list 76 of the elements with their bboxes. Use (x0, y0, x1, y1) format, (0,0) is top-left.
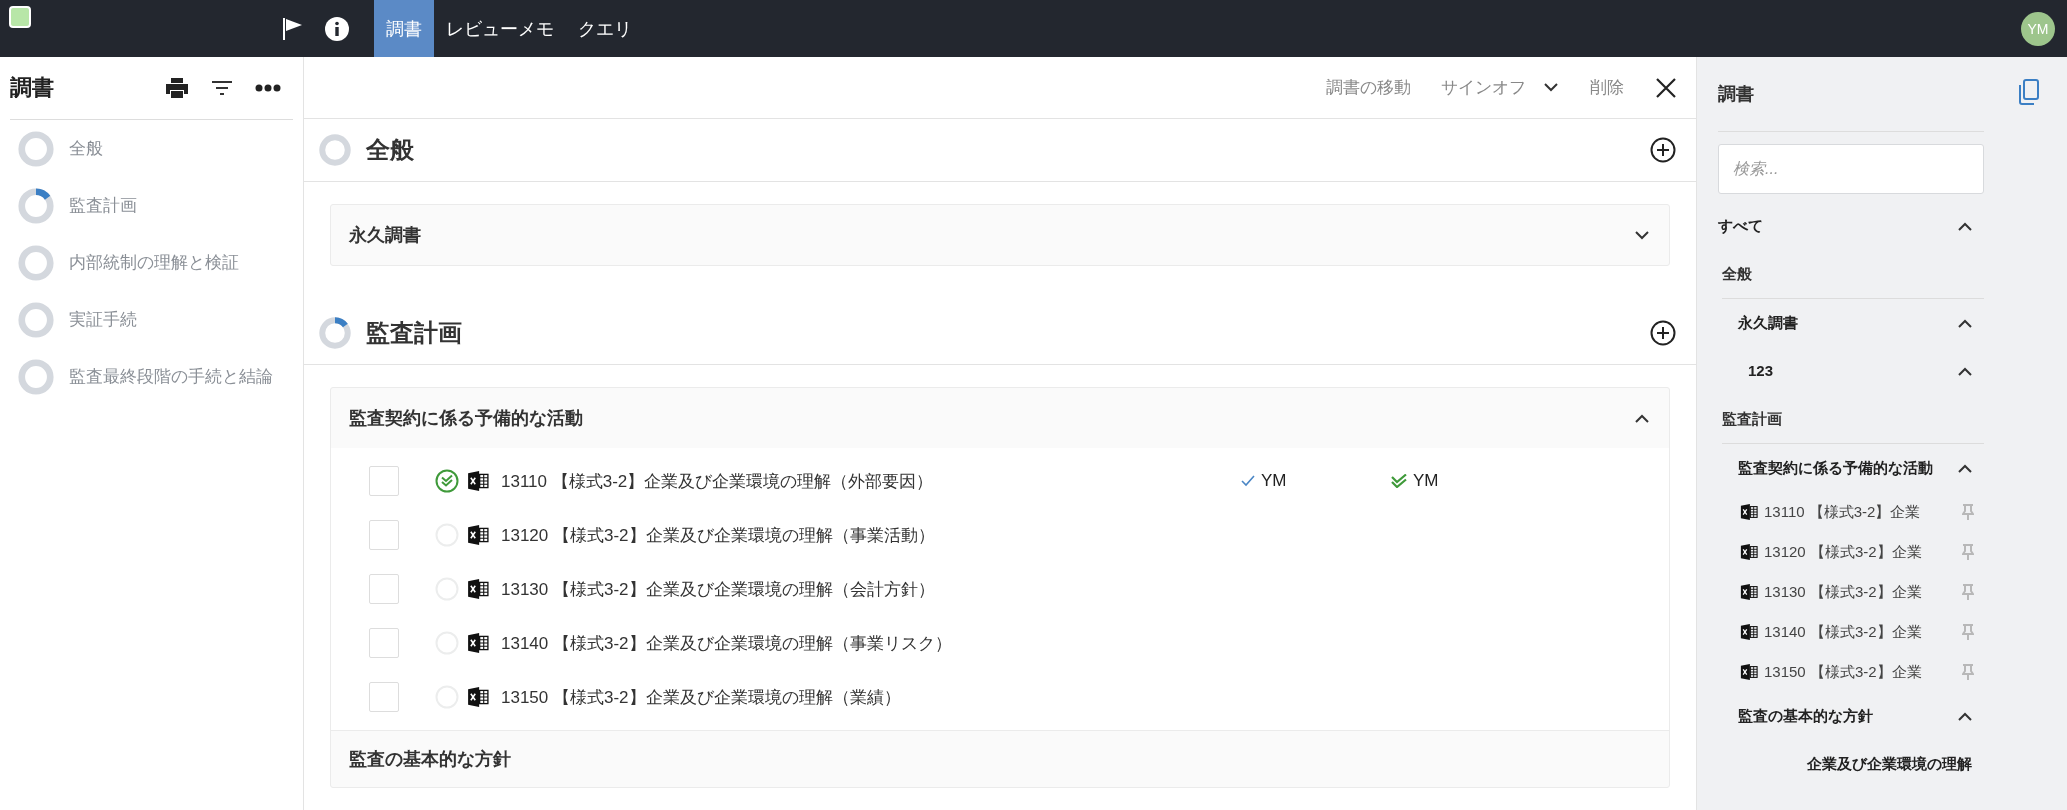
tree-heading: 監査計画 (1722, 409, 1782, 429)
progress-ring (318, 316, 352, 350)
spreadsheet-file-icon (1740, 623, 1758, 641)
print-icon[interactable] (165, 77, 189, 99)
check-icon (1241, 475, 1255, 487)
spreadsheet-file-icon (1740, 583, 1758, 601)
spreadsheet-file-icon (467, 578, 489, 600)
filter-icon[interactable] (211, 80, 233, 96)
chevron-down-icon[interactable] (1635, 230, 1649, 240)
spreadsheet-file-icon (1740, 543, 1758, 561)
row-checkbox[interactable] (369, 520, 399, 550)
info-icon[interactable] (324, 15, 350, 42)
logo-icon[interactable] (9, 5, 31, 28)
close-icon[interactable] (1656, 77, 1676, 98)
spreadsheet-file-icon (467, 632, 489, 654)
tree-file-item[interactable]: 13140 【様式3-2】企業 (1764, 622, 1922, 642)
spreadsheet-file-icon (467, 524, 489, 546)
chevron-up-icon[interactable] (1958, 711, 1972, 721)
row-checkbox[interactable] (369, 466, 399, 496)
group-title[interactable]: 監査契約に係る予備的な活動 (349, 406, 583, 430)
tree-file-item[interactable]: 13110 【様式3-2】企業 (1764, 502, 1921, 522)
more-icon[interactable] (255, 84, 281, 92)
caret-icon[interactable] (1544, 83, 1558, 92)
tree-group-label[interactable]: 企業及び企業環境の理解 (1807, 752, 1972, 776)
progress-ring (17, 129, 55, 168)
row-checkbox[interactable] (369, 682, 399, 712)
workpaper-link[interactable]: 13120 【様式3-2】企業及び企業環境の理解（事業活動） (501, 523, 1231, 547)
tree-file-item[interactable]: 13120 【様式3-2】企業 (1764, 542, 1922, 562)
tree-heading: 全般 (1722, 264, 1752, 284)
progress-ring (17, 300, 55, 339)
reviewer-initials: YM (1413, 471, 1439, 491)
tree-group-label[interactable]: 監査の基本的な方針 (1738, 704, 1873, 728)
tree-file-item[interactable]: 13150 【様式3-2】企業 (1764, 662, 1922, 682)
group-title[interactable]: 監査の基本的な方針 (349, 747, 511, 771)
section-title: 全般 (366, 135, 414, 165)
workpaper-link[interactable]: 13140 【様式3-2】企業及び企業環境の理解（事業リスク） (501, 631, 1231, 655)
tree-group-label[interactable]: 永久調書 (1738, 311, 1798, 335)
section-title: 監査計画 (366, 318, 462, 348)
chevron-up-icon[interactable] (1958, 366, 1972, 376)
add-icon[interactable] (1650, 320, 1676, 346)
progress-ring (17, 357, 55, 396)
spreadsheet-file-icon (1740, 663, 1758, 681)
nav-tab[interactable]: 調書 (374, 0, 434, 57)
copy-icon[interactable] (2018, 79, 2040, 105)
spreadsheet-file-icon (1740, 503, 1758, 521)
tree-group-label[interactable]: 監査契約に係る予備的な活動 (1738, 456, 1933, 480)
toolbar-action[interactable]: 調書の移動 (1314, 76, 1423, 99)
tree-file-item[interactable]: 13130 【様式3-2】企業 (1764, 582, 1922, 602)
chevron-up-icon[interactable] (1958, 221, 1972, 231)
chevron-up-icon[interactable] (1958, 318, 1972, 328)
nav-tab[interactable]: レビューメモ (434, 0, 566, 57)
tree-group-label[interactable]: すべて (1718, 214, 1763, 238)
workpaper-link[interactable]: 13110 【様式3-2】企業及び企業環境の理解（外部要因） (501, 469, 1231, 493)
progress-ring (17, 186, 55, 225)
toolbar-action[interactable]: 削除 (1578, 76, 1636, 99)
workpaper-link[interactable]: 13150 【様式3-2】企業及び企業環境の理解（業績） (501, 685, 1231, 709)
search-field[interactable]: 検索... (1718, 144, 1984, 194)
add-icon[interactable] (1650, 137, 1676, 163)
group-title[interactable]: 永久調書 (349, 223, 421, 247)
chevron-up-icon[interactable] (1958, 463, 1972, 473)
progress-ring (318, 133, 352, 167)
progress-ring (17, 243, 55, 282)
tree-group-label[interactable]: 123 (1748, 359, 1774, 383)
row-checkbox[interactable] (369, 574, 399, 604)
chevron-up-icon[interactable] (1635, 413, 1649, 423)
workpaper-link[interactable]: 13130 【様式3-2】企業及び企業環境の理解（会計方針） (501, 577, 1231, 601)
spreadsheet-file-icon (467, 470, 489, 492)
nav-tab[interactable]: クエリ (566, 0, 644, 57)
toolbar-action[interactable]: サインオフ (1429, 76, 1538, 99)
flag-icon[interactable] (282, 16, 304, 41)
double-check-icon (1391, 474, 1407, 488)
preparer-initials: YM (1261, 471, 1287, 491)
panel-title: 調書 (1718, 83, 1754, 106)
spreadsheet-file-icon (467, 686, 489, 708)
row-checkbox[interactable] (369, 628, 399, 658)
sidebar-title: 調書 (10, 74, 54, 102)
